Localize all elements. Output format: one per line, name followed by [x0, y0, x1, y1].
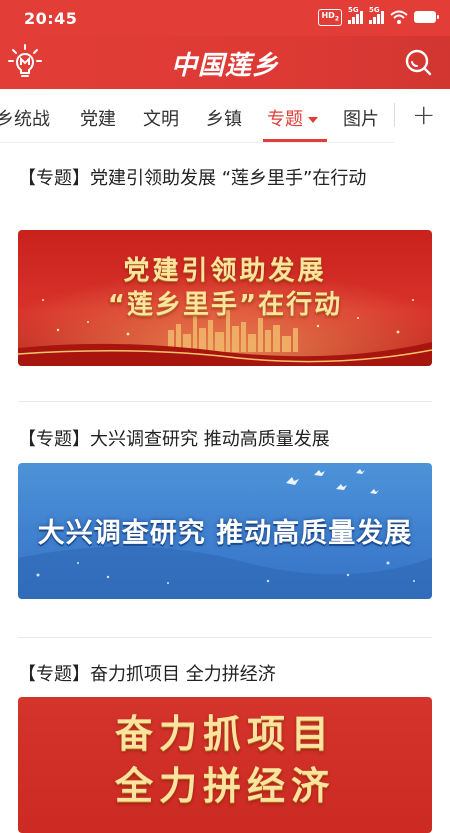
- app-title-logo: 中国莲乡: [170, 51, 279, 81]
- tab-towns[interactable]: 乡镇: [206, 105, 242, 131]
- article-divider: [18, 401, 432, 402]
- article-divider: [18, 637, 432, 638]
- banner-3-line-2: 全力拼经济: [114, 764, 335, 808]
- add-channel-button[interactable]: +: [394, 89, 450, 143]
- banner-1-line-1: 党建引领助发展: [123, 256, 327, 286]
- article-banner-2[interactable]: 大兴调查研究 推动高质量发展: [18, 463, 432, 599]
- article-title-1[interactable]: 【专题】党建引领助发展 “莲乡里手”在行动: [18, 164, 434, 194]
- banner-2-text: 大兴调查研究 推动高质量发展: [37, 518, 413, 549]
- active-tab-indicator: [263, 139, 327, 142]
- article-banner-3[interactable]: 奋力抓项目 全力拼经济: [18, 697, 432, 833]
- status-icons: HD2 5G 5G: [318, 6, 439, 26]
- tab-party-building[interactable]: 党建: [80, 105, 116, 131]
- tab-special-topics[interactable]: 专题: [267, 105, 318, 131]
- article-title-3[interactable]: 【专题】奋力抓项目 全力拼经济: [18, 660, 434, 690]
- status-bar: 20:45 HD2 5G 5G: [0, 0, 450, 36]
- battery-icon: [414, 11, 439, 24]
- tab-united-front[interactable]: 乡统战: [0, 105, 50, 131]
- channel-tabs: 乡统战 党建 文明 乡镇 专题 图片 +: [0, 89, 450, 143]
- caret-down-icon: [308, 117, 318, 123]
- banner-3-line-1: 奋力抓项目: [114, 712, 335, 756]
- app-header: 中国莲乡: [0, 36, 450, 89]
- wifi-icon: [390, 10, 408, 25]
- tab-pictures[interactable]: 图片: [343, 105, 379, 131]
- banner-1-line-2: “莲乡里手”在行动: [107, 290, 343, 320]
- signal-icon: 5G: [348, 6, 363, 25]
- status-time: 20:45: [24, 9, 78, 28]
- hd-badge: HD2: [318, 9, 342, 26]
- tab-civilization[interactable]: 文明: [143, 105, 179, 131]
- tab-divider: [394, 103, 395, 127]
- signal-icon-2: 5G: [369, 6, 384, 25]
- article-title-2[interactable]: 【专题】大兴调查研究 推动高质量发展: [18, 425, 434, 455]
- plus-icon: +: [412, 98, 436, 131]
- search-icon[interactable]: [404, 48, 432, 76]
- article-banner-1[interactable]: 党建引领助发展 “莲乡里手”在行动: [18, 230, 432, 366]
